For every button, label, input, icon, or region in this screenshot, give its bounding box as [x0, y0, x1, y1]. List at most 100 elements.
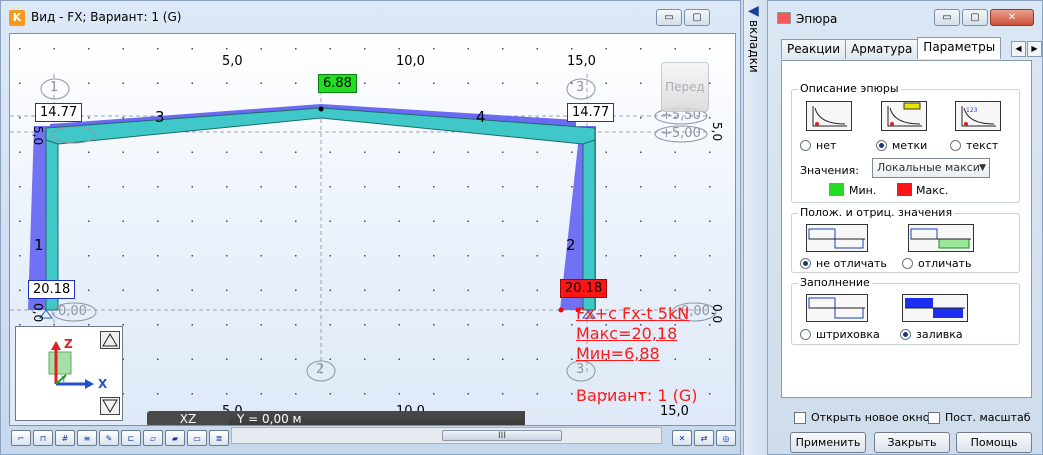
- grid-dot: [433, 82, 435, 84]
- grid-dot: [709, 255, 711, 257]
- view-front-button[interactable]: Перед: [661, 62, 709, 112]
- max-color-swatch[interactable]: [897, 183, 912, 196]
- value-label-top-right: 14.77: [567, 103, 615, 122]
- radio-distinguish[interactable]: отличать: [902, 257, 971, 270]
- grid-dot: [191, 393, 193, 395]
- node-icon[interactable]: ⌐: [11, 430, 31, 446]
- rotate-up-button[interactable]: [100, 331, 120, 349]
- open-new-window-checkbox[interactable]: Открыть новое окно: [794, 411, 929, 424]
- view-titlebar[interactable]: K Вид - FX; Вариант: 1 (G) ▭ ▢: [1, 1, 740, 33]
- radio-none[interactable]: нет: [800, 139, 836, 152]
- load-icon[interactable]: ✕: [672, 430, 692, 446]
- tabs-side-panel[interactable]: ◀ вкладки: [743, 0, 767, 455]
- grid-dot: [536, 82, 538, 84]
- grid-dot: [88, 151, 90, 153]
- grid-dot: [19, 151, 21, 153]
- plate-icon[interactable]: ▰: [165, 430, 185, 446]
- arrow-left-icon[interactable]: ◀: [748, 3, 759, 19]
- bar-icon[interactable]: ⊓: [33, 430, 53, 446]
- grid-dot: [640, 220, 642, 222]
- fill-hatch-preview[interactable]: [806, 294, 868, 322]
- drawing-canvas[interactable]: 5,0 10,0 15,0 5,0 10,0 15,0 5,0 0,0 5,0 …: [9, 33, 736, 426]
- tab-reactions[interactable]: Реакции: [781, 39, 846, 59]
- slab-icon[interactable]: ▱: [143, 430, 163, 446]
- node-marker[interactable]: [318, 106, 324, 112]
- grid-dot: [88, 82, 90, 84]
- node-marker[interactable]: [558, 307, 564, 313]
- fill-solid-preview[interactable]: [902, 294, 968, 322]
- apply-button[interactable]: Применить: [790, 432, 866, 453]
- orientation-widget[interactable]: Z X Y: [15, 326, 123, 421]
- grid-dot: [260, 48, 262, 50]
- grid-dot: [674, 255, 676, 257]
- grid-dot: [88, 289, 90, 291]
- value-label-bottom-left: 20.18: [28, 280, 76, 299]
- rotate-down-button[interactable]: [100, 397, 120, 415]
- close-button[interactable]: ✕: [990, 9, 1034, 26]
- grid-dot: [19, 255, 21, 257]
- grid-dot: [226, 48, 228, 50]
- grid-dot: [191, 48, 193, 50]
- panel-title: Эпюра: [796, 12, 838, 26]
- minimize-button[interactable]: ▭: [934, 9, 960, 26]
- grid-dot: [536, 324, 538, 326]
- grid-dot: [605, 48, 607, 50]
- grid-dot: [640, 48, 642, 50]
- tab-parameters[interactable]: Параметры: [917, 37, 1002, 59]
- grid-dot: [226, 289, 228, 291]
- horizontal-scrollbar[interactable]: III: [231, 427, 662, 444]
- radio-solid[interactable]: заливка: [900, 328, 963, 341]
- axis-tick: 10,0: [396, 54, 425, 69]
- grid-dot: [191, 255, 193, 257]
- rect-icon[interactable]: ▭: [187, 430, 207, 446]
- coordinate-status: XZ Y = 0,00 м: [147, 411, 525, 425]
- radio-marks[interactable]: метки: [876, 139, 927, 152]
- tab-reinforcement[interactable]: Арматура: [845, 39, 919, 59]
- grid-dot: [157, 220, 159, 222]
- pencil-icon[interactable]: ✎: [99, 430, 119, 446]
- radio-no-distinguish[interactable]: не отличать: [800, 257, 887, 270]
- grid-dot: [467, 393, 469, 395]
- radio-hatch[interactable]: штриховка: [800, 328, 880, 341]
- diagram-marks-preview[interactable]: [881, 101, 927, 131]
- grid-icon[interactable]: ◎: [716, 430, 736, 446]
- values-icon[interactable]: ≣: [209, 430, 229, 446]
- maximize-button[interactable]: ▢: [962, 9, 988, 26]
- diagram-none-preview[interactable]: [806, 101, 852, 131]
- close-panel-button[interactable]: Закрыть: [874, 432, 950, 453]
- radio-text[interactable]: текст: [950, 139, 998, 152]
- chevron-left-icon[interactable]: ◀: [1011, 41, 1026, 57]
- grid-dot: [709, 186, 711, 188]
- grid-dot: [398, 82, 400, 84]
- min-color-swatch[interactable]: [829, 183, 844, 196]
- grid-dot: [640, 186, 642, 188]
- grid-dot: [88, 186, 90, 188]
- bottom-toolbar-right: ✕ ⇄ ◎: [672, 430, 736, 446]
- fixed-scale-checkbox[interactable]: Пост. масштаб: [928, 411, 1031, 424]
- app-logo-icon: K: [9, 10, 25, 26]
- values-select[interactable]: Локальные макси ▼: [872, 158, 990, 178]
- link-icon[interactable]: ⇄: [694, 430, 714, 446]
- parameters-pane: Описание эпюры 123 нет метки текст Значе…: [781, 60, 1032, 398]
- grid-dot: [157, 393, 159, 395]
- frame-icon[interactable]: ⊏: [121, 430, 141, 446]
- grid-dot: [122, 289, 124, 291]
- numbers-icon[interactable]: #: [55, 430, 75, 446]
- grid-dot: [260, 289, 262, 291]
- chevron-right-icon[interactable]: ▶: [1027, 41, 1042, 57]
- layers-icon[interactable]: ≡: [77, 430, 97, 446]
- diagram-text-preview[interactable]: 123: [955, 101, 1001, 131]
- y-coordinate: Y = 0,00 м: [229, 411, 525, 425]
- help-button[interactable]: Помощь: [956, 432, 1032, 453]
- grid-dot: [364, 48, 366, 50]
- plane-indicator[interactable]: XZ: [147, 411, 229, 425]
- info-line: Макс=20,18: [576, 324, 678, 343]
- sign-same-preview[interactable]: [806, 224, 868, 252]
- scroll-thumb[interactable]: III: [442, 430, 562, 441]
- axis-tick: 15,0: [660, 404, 689, 419]
- diagram-icon: [777, 12, 791, 24]
- minimize-button[interactable]: ▭: [656, 9, 682, 26]
- sign-diff-preview[interactable]: [908, 224, 974, 252]
- maximize-button[interactable]: ▢: [684, 9, 710, 26]
- member-label: 2: [566, 236, 576, 254]
